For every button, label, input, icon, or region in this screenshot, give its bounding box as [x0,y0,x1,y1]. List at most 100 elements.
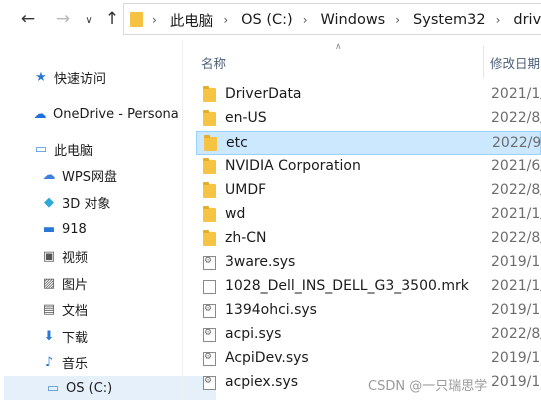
file-date: 2019/12 [491,350,541,366]
file-date: 2022/8/ [491,326,541,342]
navigation-pane: ★ 快速访问 ☁ OneDrive - Persona ▭ 此电脑 ☁ WPS网… [0,40,216,400]
folder-icon [203,110,216,126]
sidebar-item-label: 918 [62,221,87,237]
column-header-date-modified[interactable]: 修改日期 [490,53,540,72]
list-item[interactable]: zh-CN 2022/8/ [196,227,541,251]
file-name: acpi.sys [225,326,282,342]
folder-icon [203,206,216,222]
list-item[interactable]: AcpiDev.sys 2019/12 [196,347,541,371]
breadcrumb: › 此电脑 › OS (C:) › Windows › System32 › d… [152,4,541,36]
sidebar-item-label: 图片 [62,277,89,293]
file-name: 1394ohci.sys [225,302,317,318]
navigation-bar: ← → ∨ ↑ › 此电脑 › OS (C:) › Windows › Syst… [0,0,541,40]
sidebar-item-onedrive[interactable]: ☁ OneDrive - Persona [0,102,211,126]
folder-icon [203,158,216,174]
chevron-right-icon[interactable]: › [152,13,157,27]
sidebar-item-quick-access[interactable]: ★ 快速访问 [0,65,212,89]
system-file-icon [203,304,216,318]
system-file-icon [203,328,216,342]
file-date: 2019/12 [491,374,541,390]
breadcrumb-item[interactable]: drivers [513,12,541,28]
file-date: 2019/12 [491,302,541,318]
file-date: 2019/12 [491,254,541,270]
list-item[interactable]: 1028_Dell_INS_DELL_G3_3500.mrk 2021/1/ [196,275,541,299]
chevron-right-icon[interactable]: › [395,13,400,27]
list-item[interactable]: 3ware.sys 2019/12 [196,251,541,275]
forward-arrow-icon[interactable]: → [52,8,74,30]
chevron-right-icon[interactable]: › [496,13,501,27]
list-item[interactable]: en-US 2022/8/ [196,107,541,131]
file-icon [203,280,216,294]
sidebar-item-label: OneDrive - Persona [53,106,179,122]
list-item[interactable]: UMDF 2022/8/ [196,179,541,203]
file-name: acpiex.sys [225,374,299,390]
file-name: UMDF [225,182,267,198]
computer-icon: ▭ [34,141,48,157]
list-item[interactable]: 1394ohci.sys 2019/12 [196,299,541,323]
system-file-icon [203,352,216,366]
file-date: 2022/8/ [491,182,541,198]
file-date: 2021/1/ [491,206,541,222]
star-icon: ★ [35,69,47,85]
list-item[interactable]: NVIDIA Corporation 2021/6/ [196,155,541,179]
sidebar-item-label: 此电脑 [54,143,94,159]
breadcrumb-item[interactable]: OS (C:) [241,12,293,28]
file-list: ∧ 名称 修改日期 DriverData 2021/1/ en-US 2022/… [183,40,541,400]
list-item[interactable]: acpi.sys 2022/8/ [196,323,541,347]
drive-icon: ▭ [46,380,60,396]
file-date: 2022/8/ [491,230,541,246]
file-name: etc [226,135,248,151]
sidebar-item-this-pc[interactable]: ▭ 此电脑 [0,137,212,161]
file-name: en-US [225,110,267,126]
watermark: CSDN @一只瑞思学 [368,379,488,394]
sidebar-item-label: 音乐 [62,356,89,372]
back-arrow-icon[interactable]: ← [17,8,39,30]
up-arrow-icon[interactable]: ↑ [101,8,123,30]
list-item[interactable]: wd 2021/1/ [196,203,541,227]
cloud-icon: ☁ [33,106,47,122]
sidebar-item-label: OS (C:) [66,380,113,396]
file-name: 1028_Dell_INS_DELL_G3_3500.mrk [225,278,469,294]
monitor-icon: ▬ [42,221,56,237]
cube-icon: ◆ [44,194,54,210]
cloud-icon: ☁ [42,167,56,183]
sidebar-item-label: 视频 [62,250,89,266]
folder-icon [130,12,143,27]
column-divider[interactable] [483,46,484,78]
download-arrow-icon: ⬇ [43,328,55,344]
file-date: 2021/1/ [491,278,541,294]
file-date: 2021/6/ [491,158,541,174]
address-bar[interactable]: › 此电脑 › OS (C:) › Windows › System32 › d… [123,3,541,35]
chevron-right-icon[interactable]: › [303,13,308,27]
breadcrumb-item[interactable]: 此电脑 [170,10,214,31]
file-name: DriverData [225,86,302,102]
list-item[interactable]: DriverData 2021/1/ [196,83,541,107]
file-name: NVIDIA Corporation [225,158,361,174]
sidebar-item-label: 3D 对象 [62,196,111,212]
column-header-name[interactable]: 名称 [201,53,226,72]
folder-icon [203,230,216,246]
file-date: 2022/9/ [492,135,541,151]
folder-icon [203,182,216,198]
recent-locations-chevron-icon[interactable]: ∨ [78,10,100,32]
system-file-icon [203,376,216,390]
system-file-icon [203,256,216,270]
music-icon: ♪ [44,354,54,370]
file-name: 3ware.sys [225,254,296,270]
folder-icon [204,135,217,151]
sidebar-item-label: 快速访问 [54,71,107,87]
chevron-right-icon[interactable]: › [223,13,228,27]
sort-ascending-icon: ∧ [335,42,342,52]
list-item[interactable]: etc 2022/9/ [196,131,541,155]
breadcrumb-item[interactable]: Windows [321,12,386,28]
column-header-row: ∧ 名称 修改日期 [183,40,541,78]
image-icon: ▨ [42,275,56,291]
document-icon: ▤ [42,301,56,317]
sidebar-item-label: WPS网盘 [62,169,117,185]
file-name: wd [225,206,246,222]
breadcrumb-item[interactable]: System32 [413,12,486,28]
folder-icon [203,86,216,102]
sidebar-item-label: 文档 [62,303,89,319]
film-icon: ▣ [42,248,56,264]
file-date: 2022/8/ [491,110,541,126]
